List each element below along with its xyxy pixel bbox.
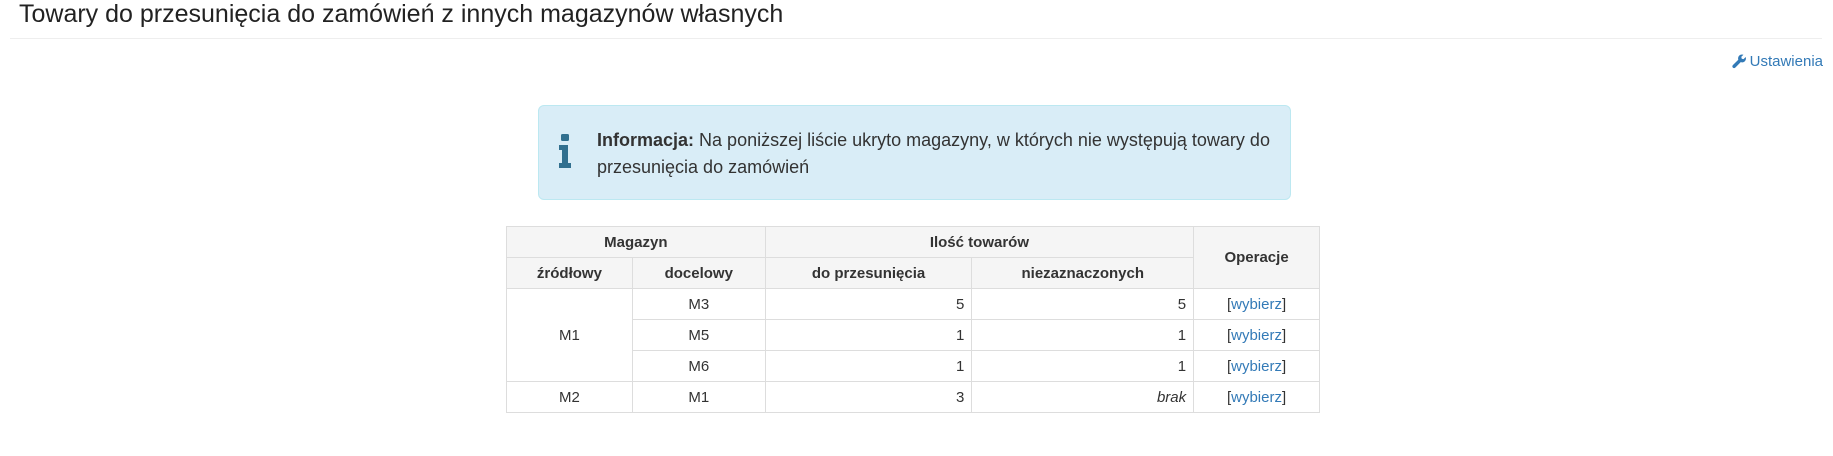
to-move-cell: 3 [764,381,973,413]
table-row: M2 M1 3 brak [wybierz] [506,381,1320,413]
source-cell: M2 [506,381,633,413]
to-move-cell: 1 [764,319,973,351]
info-label: Informacja: [597,130,695,150]
header-target: docelowy [631,257,766,289]
target-cell: M6 [631,350,766,382]
operations-cell: [wybierz] [1193,381,1320,413]
header-operations: Operacje [1193,226,1320,289]
to-move-cell: 1 [764,350,973,382]
unmarked-cell: 1 [971,350,1195,382]
header-quantity: Ilość towarów [764,226,1195,258]
title-divider [10,38,1822,39]
settings-label: Ustawienia [1749,53,1823,70]
wrench-icon [1731,54,1746,69]
unmarked-cell: 5 [971,288,1195,320]
unmarked-cell: brak [971,381,1195,413]
select-link[interactable]: wybierz [1231,327,1282,344]
select-link[interactable]: wybierz [1231,296,1282,313]
transfers-table: Magazyn Ilość towarów Operacje źródłowy … [506,226,1320,413]
settings-link[interactable]: Ustawienia [1731,53,1823,70]
target-cell: M5 [631,319,766,351]
select-link[interactable]: wybierz [1231,358,1282,375]
info-message: Na poniższej liście ukryto magazyny, w k… [597,130,1270,177]
target-cell: M1 [631,381,766,413]
target-cell: M3 [631,288,766,320]
info-text: Informacja: Na poniższej liście ukryto m… [597,127,1272,181]
header-to-move: do przesunięcia [764,257,973,289]
source-cell: M1 [506,288,633,382]
header-source: źródłowy [506,257,633,289]
to-move-cell: 5 [764,288,973,320]
operations-cell: [wybierz] [1193,350,1320,382]
info-alert: Informacja: Na poniższej liście ukryto m… [538,105,1291,200]
select-link[interactable]: wybierz [1231,389,1282,406]
page-title: Towary do przesunięcia do zamówień z inn… [19,0,784,28]
operations-cell: [wybierz] [1193,288,1320,320]
table-row: M1 M3 5 5 [wybierz] [506,288,1320,382]
operations-cell: [wybierz] [1193,319,1320,351]
unmarked-cell: 1 [971,319,1195,351]
info-icon [559,134,571,168]
header-warehouse: Magazyn [506,226,766,258]
header-unmarked: niezaznaczonych [971,257,1195,289]
